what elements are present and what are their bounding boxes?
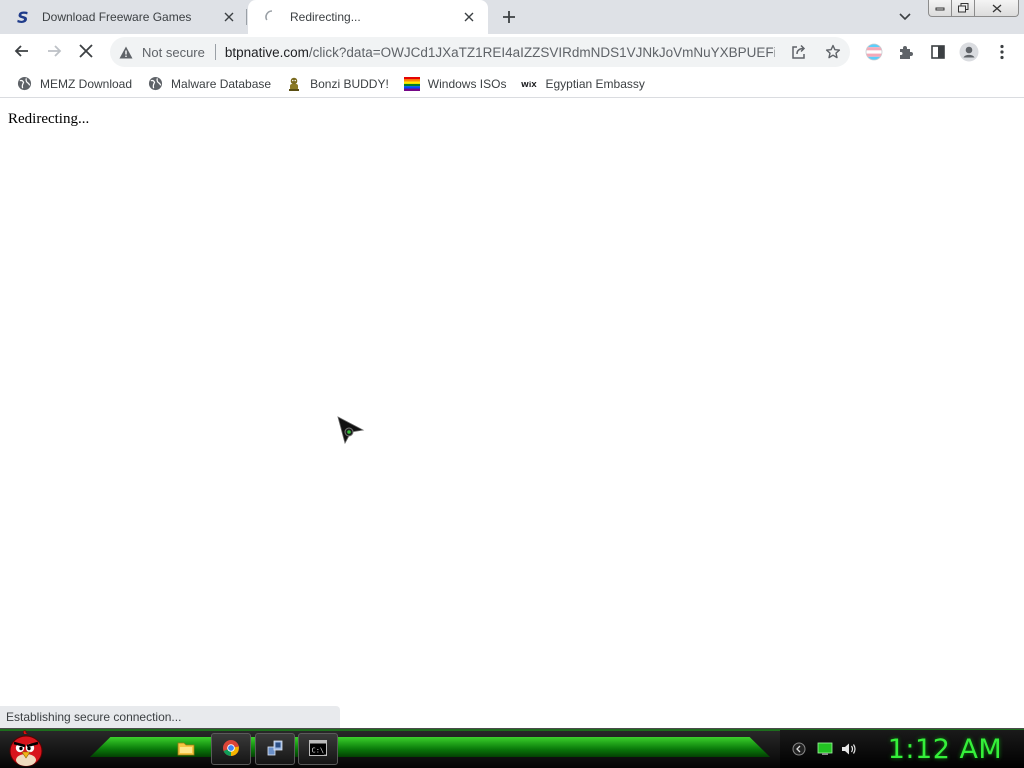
taskbar-clock[interactable]: 1:12 AM: [870, 730, 1020, 768]
tab-search-chevron-icon[interactable]: [895, 8, 915, 26]
bookmark-malware-database[interactable]: Malware Database: [145, 72, 275, 96]
bookmark-star-icon[interactable]: [824, 43, 842, 61]
status-bubble: Establishing secure connection...: [0, 706, 340, 728]
warning-triangle-icon[interactable]: [118, 44, 134, 60]
globe-icon: [147, 76, 163, 92]
status-text: Establishing secure connection...: [6, 710, 182, 724]
bookmark-label: MEMZ Download: [40, 76, 133, 91]
start-button-angry-bird-icon[interactable]: [6, 730, 46, 768]
side-panel-icon[interactable]: [928, 42, 948, 62]
forward-button[interactable]: [40, 38, 68, 66]
network-app-icon: [266, 739, 284, 760]
minimize-button[interactable]: [928, 0, 952, 17]
back-button[interactable]: [8, 38, 36, 66]
share-icon[interactable]: [790, 43, 808, 61]
back-arrow-icon: [14, 43, 30, 62]
bookmark-windows-isos[interactable]: Windows ISOs: [402, 72, 511, 96]
taskbar-cmd-button[interactable]: C:\_: [298, 733, 338, 765]
restore-button[interactable]: [952, 0, 975, 17]
close-tab-icon[interactable]: [460, 8, 478, 26]
cmd-icon: C:\_: [309, 739, 329, 759]
new-tab-button[interactable]: [498, 6, 520, 28]
bookmark-label: Malware Database: [171, 76, 272, 91]
softonic-s-icon: S: [16, 9, 32, 25]
rainbow-flag-icon: [403, 76, 420, 92]
profile-flag-extension-icon[interactable]: [864, 42, 884, 62]
url-host: btpnative.com: [224, 44, 309, 60]
page-viewport: Redirecting... Establishing secure conne…: [0, 102, 1024, 728]
chrome-icon: [222, 739, 240, 760]
globe-icon: [16, 76, 32, 92]
address-bar[interactable]: Not secure btpnative.com/click?data=OWJC…: [110, 37, 850, 67]
wix-icon: WiX: [521, 76, 537, 92]
tab-title: Redirecting...: [290, 10, 361, 24]
network-monitor-icon[interactable]: [817, 741, 833, 757]
close-tab-icon[interactable]: [220, 8, 238, 26]
bookmarks-bar: MEMZ Download Malware Database Bonzi BUD…: [0, 70, 1024, 98]
tab-title: Download Freeware Games: [42, 10, 192, 24]
svg-text:WiX: WiX: [521, 80, 537, 89]
explorer-folder-icon: [176, 739, 196, 760]
window-controls: [928, 0, 1020, 17]
taskbar-network-app-button[interactable]: [255, 733, 295, 765]
url-path: /click?data=OWJCd1JXaTZ1REI4aIZZSVIRdmND…: [308, 44, 775, 60]
bookmark-egyptian-embassy[interactable]: WiX Egyptian Embassy: [519, 72, 648, 96]
stop-x-icon: [79, 43, 93, 61]
tab-download-freeware-games[interactable]: S Download Freeware Games: [0, 0, 246, 34]
omnibox-divider: [214, 44, 216, 60]
bookmark-label: Windows ISOs: [427, 76, 507, 91]
bookmark-label: Bonzi BUDDY!: [310, 76, 389, 91]
bonzi-icon: [286, 76, 302, 92]
redirecting-text: Redirecting...: [8, 111, 90, 127]
tab-separator: [246, 9, 247, 25]
menu-kebab-icon[interactable]: [992, 42, 1012, 62]
loading-spinner-icon: [264, 9, 280, 25]
svg-text:C:\_: C:\_: [312, 746, 328, 754]
show-hidden-icons-icon[interactable]: [791, 741, 807, 757]
volume-speaker-icon[interactable]: [841, 741, 857, 757]
close-window-button[interactable]: [975, 0, 1019, 17]
stop-loading-button[interactable]: [72, 38, 100, 66]
taskbar-explorer-button[interactable]: [166, 733, 206, 765]
svg-text:S: S: [17, 9, 29, 25]
taskbar-chrome-button[interactable]: [211, 733, 251, 765]
security-status-label[interactable]: Not secure: [142, 45, 205, 60]
bookmark-bonzi-buddy[interactable]: Bonzi BUDDY!: [284, 72, 393, 96]
forward-arrow-icon: [46, 43, 62, 62]
profile-avatar-icon[interactable]: [959, 42, 979, 62]
extensions-puzzle-icon[interactable]: [896, 42, 916, 62]
tab-redirecting[interactable]: Redirecting...: [248, 0, 488, 34]
browser-toolbar: Not secure btpnative.com/click?data=OWJC…: [0, 34, 1024, 70]
bookmark-memz-download[interactable]: MEMZ Download: [14, 72, 136, 96]
url-text[interactable]: btpnative.com/click?data=OWJCd1JXaTZ1REI…: [225, 45, 775, 60]
mouse-cursor-icon: [336, 416, 366, 446]
tab-strip: S Download Freeware Games Redirecting...: [0, 0, 1024, 34]
bookmark-label: Egyptian Embassy: [545, 76, 645, 91]
